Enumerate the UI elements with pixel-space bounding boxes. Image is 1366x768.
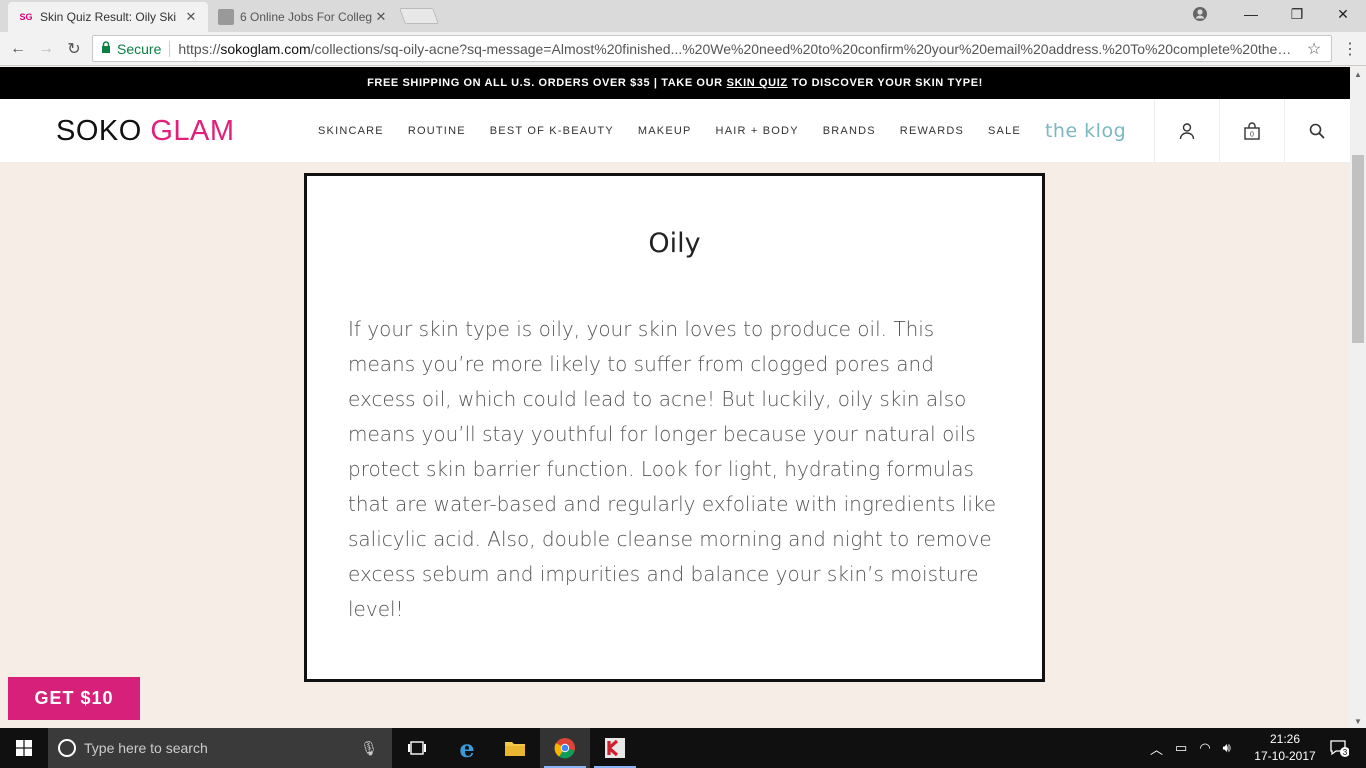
nav-brands[interactable]: BRANDS — [823, 125, 876, 137]
profile-icon[interactable] — [1190, 5, 1210, 23]
address-bar[interactable]: Secure https://sokoglam.com/collections/… — [92, 35, 1332, 62]
skin-type-description: If your skin type is oily, your skin lov… — [348, 317, 997, 621]
browser-toolbar: ← → ↻ Secure https://sokoglam.com/collec… — [0, 32, 1366, 66]
windows-taskbar: Type here to search 🎙 e ︿ ▭ ◠ 🔊︎ 21:26 1… — [0, 728, 1366, 768]
nav-rewards[interactable]: REWARDS — [900, 125, 964, 137]
cart-count: 0 — [1250, 132, 1254, 139]
url-scheme: https:// — [178, 40, 221, 57]
notification-count: 3 — [1343, 748, 1348, 757]
browser-tab[interactable]: 6 Online Jobs For Colleg ✕ — [208, 2, 398, 32]
search-icon[interactable] — [1284, 99, 1349, 163]
close-window-button[interactable]: ✕ — [1320, 0, 1366, 28]
nav-routine[interactable]: ROUTINE — [408, 125, 466, 137]
secure-label: Secure — [117, 40, 162, 57]
microphone-icon[interactable]: 🎙 — [360, 740, 378, 757]
task-view-icon[interactable] — [392, 728, 442, 768]
soko-glam-logo[interactable]: SOKO GLAM — [56, 115, 235, 148]
nav-skincare[interactable]: SKINCARE — [318, 125, 384, 137]
tab-close-icon[interactable]: ✕ — [184, 9, 198, 25]
url-host: sokoglam.com — [220, 40, 311, 57]
site-header: SOKO GLAM SKINCARE ROUTINE BEST OF K-BEA… — [0, 99, 1350, 163]
taskbar-search-placeholder: Type here to search — [84, 740, 208, 756]
url-text[interactable]: https://sokoglam.com/collections/sq-oily… — [178, 41, 1303, 57]
taskbar-clock[interactable]: 21:26 17-10-2017 — [1250, 731, 1320, 765]
taskbar-search-box[interactable]: Type here to search 🎙 — [48, 728, 392, 768]
restore-button[interactable]: ❐ — [1274, 0, 1320, 28]
new-tab-button[interactable] — [399, 8, 439, 24]
lock-icon — [101, 41, 111, 56]
skin-type-title: Oily — [648, 228, 701, 259]
nav-the-klog[interactable]: the klog — [1045, 120, 1126, 142]
address-separator — [169, 40, 171, 57]
scroll-up-arrow-icon[interactable]: ▲ — [1350, 67, 1366, 81]
windows-start-icon[interactable] — [0, 728, 48, 768]
nav-makeup[interactable]: MAKEUP — [638, 125, 692, 137]
notification-center-icon[interactable]: 3 — [1316, 728, 1362, 768]
skin-type-result-card: Oily If your skin type is oily, your ski… — [304, 173, 1045, 682]
kebab-menu-icon[interactable]: ⋮ — [1340, 37, 1360, 61]
kaspersky-icon[interactable] — [590, 728, 640, 768]
skin-quiz-link[interactable]: SKIN QUIZ — [727, 77, 788, 89]
page-scrollbar[interactable]: ▲ ▼ — [1350, 67, 1366, 728]
get-10-button[interactable]: GET $10 — [8, 677, 140, 720]
cart-icon[interactable]: 0 — [1219, 99, 1284, 163]
scroll-down-arrow-icon[interactable]: ▼ — [1350, 714, 1366, 728]
minimize-button[interactable]: — — [1228, 0, 1274, 28]
wifi-icon[interactable]: ◠ — [1199, 740, 1210, 756]
url-path: /collections/sq-oily-acne?sq-message=Alm… — [310, 40, 1303, 57]
battery-icon[interactable]: ▭ — [1175, 740, 1187, 756]
nav-sale[interactable]: SALE — [988, 125, 1021, 137]
tab-title: 6 Online Jobs For Colleg — [240, 10, 373, 24]
promo-text: FREE SHIPPING ON ALL U.S. ORDERS OVER $3… — [367, 77, 723, 89]
edge-icon[interactable]: e — [442, 728, 492, 768]
account-icon[interactable] — [1154, 99, 1219, 163]
promo-banner: FREE SHIPPING ON ALL U.S. ORDERS OVER $3… — [0, 67, 1350, 99]
browser-tab-strip: SG Skin Quiz Result: Oily Ski ✕ 6 Online… — [0, 0, 1366, 32]
nav-hair-body[interactable]: HAIR + BODY — [716, 125, 799, 137]
clock-date: 17-10-2017 — [1254, 749, 1316, 763]
clock-time: 21:26 — [1269, 732, 1301, 746]
volume-icon[interactable]: 🔊︎ — [1223, 740, 1231, 756]
image-favicon-icon — [218, 9, 234, 25]
promo-text-end: TO DISCOVER YOUR SKIN TYPE! — [791, 77, 983, 89]
main-nav: SKINCARE ROUTINE BEST OF K-BEAUTY MAKEUP… — [318, 99, 1126, 163]
tab-title: Skin Quiz Result: Oily Ski — [40, 10, 177, 24]
browser-tab-active[interactable]: SG Skin Quiz Result: Oily Ski ✕ — [8, 2, 208, 32]
file-explorer-icon[interactable] — [490, 728, 540, 768]
cortana-icon — [58, 739, 76, 757]
back-button[interactable]: ← — [6, 37, 30, 61]
reload-button[interactable]: ↻ — [62, 37, 86, 61]
forward-button[interactable]: → — [34, 37, 58, 61]
bookmark-star-icon[interactable]: ☆ — [1303, 39, 1325, 59]
sokoglam-favicon: SG — [19, 12, 33, 22]
nav-best-of-k-beauty[interactable]: BEST OF K-BEAUTY — [490, 125, 614, 137]
tray-expand-icon[interactable]: ︿ — [1150, 739, 1163, 758]
chrome-icon[interactable] — [540, 728, 590, 768]
tab-close-icon[interactable]: ✕ — [374, 9, 388, 25]
logo-part-soko: SOKO — [56, 115, 142, 147]
logo-part-glam: GLAM — [150, 115, 235, 147]
system-tray: ︿ ▭ ◠ 🔊︎ — [1150, 728, 1231, 768]
scrollbar-thumb[interactable] — [1352, 155, 1364, 343]
